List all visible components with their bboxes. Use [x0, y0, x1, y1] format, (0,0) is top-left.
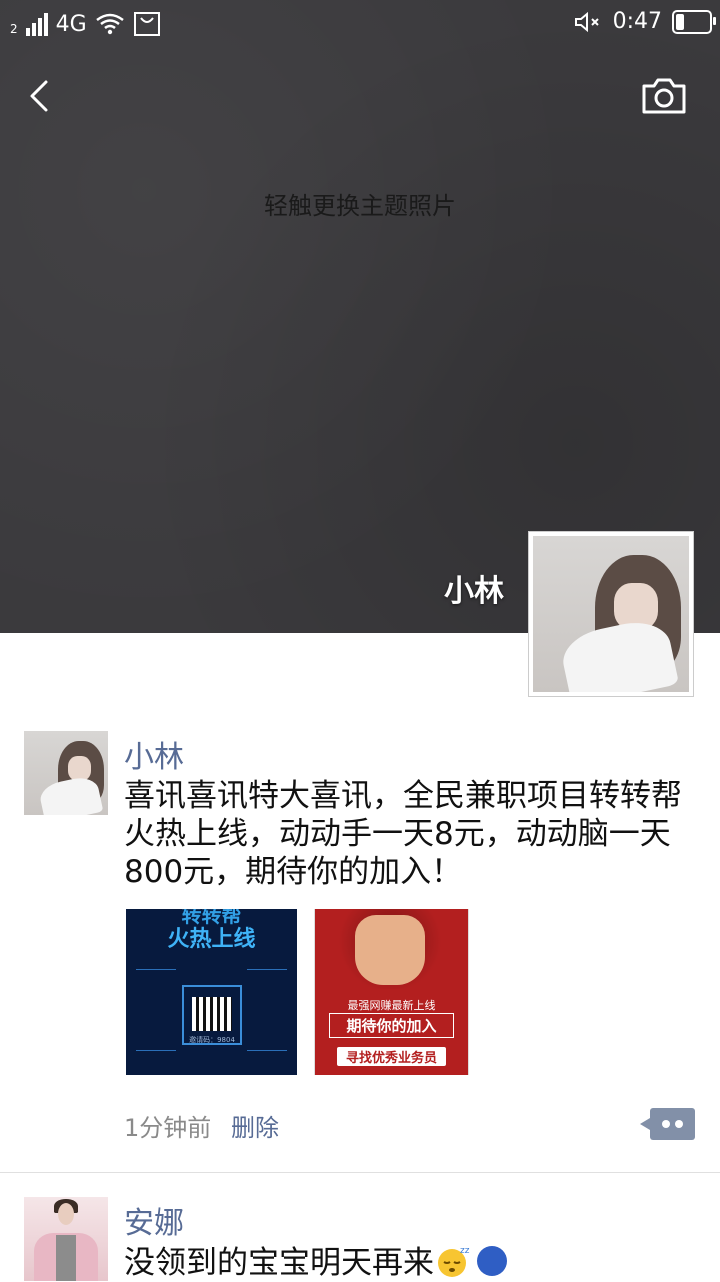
post-text: 没领到的宝宝明天再来 zz — [124, 1243, 694, 1282]
sim-label: 2 — [10, 22, 18, 36]
post-avatar[interactable] — [24, 1197, 108, 1281]
back-arrow-icon[interactable] — [22, 74, 62, 118]
status-bar: 2 4G 0:47 — [0, 0, 720, 48]
post-author-name[interactable]: 小林 — [124, 732, 184, 776]
clock: 0:47 — [612, 9, 662, 34]
profile-name: 小林 — [444, 574, 504, 609]
battery-icon — [672, 9, 716, 34]
wifi-icon — [95, 13, 124, 35]
post-avatar[interactable] — [24, 731, 108, 815]
notification-bag-icon — [133, 12, 160, 36]
camera-icon[interactable] — [638, 74, 690, 118]
comment-icon[interactable] — [640, 1108, 695, 1140]
mute-icon — [574, 11, 599, 32]
change-cover-hint[interactable]: 轻触更换主题照片 — [0, 186, 720, 221]
post-image-1[interactable]: 转转帮 火热上线 邀请码：9804 — [126, 909, 297, 1075]
post-time: 1分钟前 — [124, 1114, 212, 1142]
svg-text:zz: zz — [460, 1246, 470, 1256]
qr-code — [192, 997, 232, 1031]
post-divider — [0, 1172, 720, 1173]
avatar-image — [533, 536, 689, 692]
network-label: 4G — [55, 11, 87, 37]
profile-avatar[interactable] — [528, 531, 694, 697]
signal-icon — [25, 12, 48, 36]
delete-link[interactable]: 删除 — [231, 1108, 279, 1143]
moon-emoji-icon — [477, 1246, 507, 1276]
pointing-fist-graphic — [355, 915, 425, 985]
post-text: 喜讯喜讯特大喜讯，全民兼职项目转转帮火热上线，动动手一天8元，动动脑一天800元… — [124, 778, 682, 890]
post-author-name[interactable]: 安娜 — [124, 1198, 184, 1242]
post-image-2[interactable]: 最强网赚最新上线 期待你的加入 寻找优秀业务员 — [314, 909, 469, 1075]
sleepy-emoji-icon: zz — [438, 1246, 470, 1277]
